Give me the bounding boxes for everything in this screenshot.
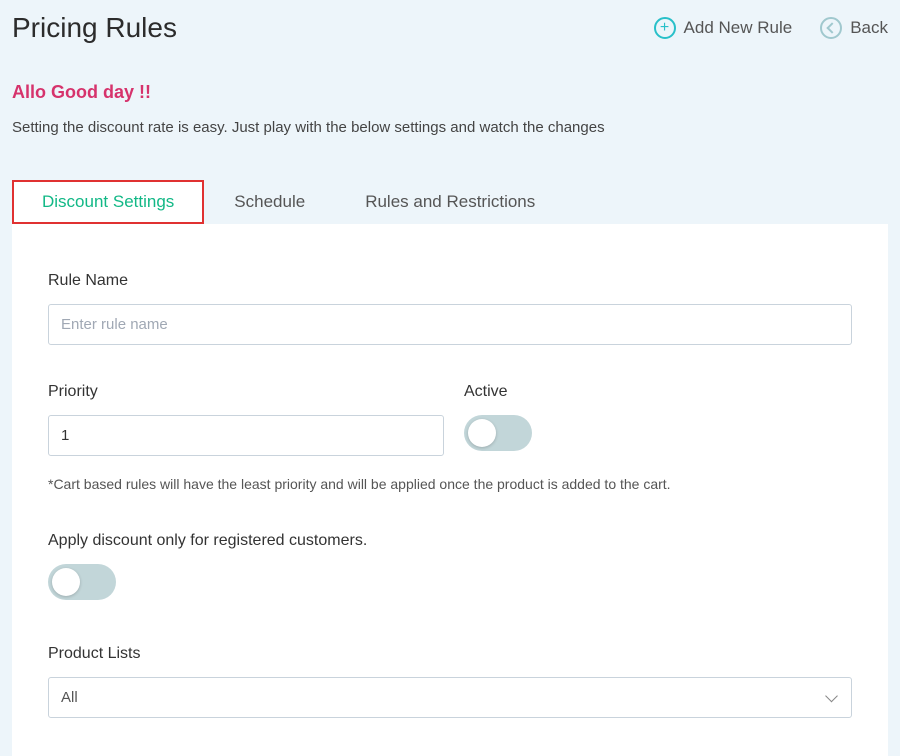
header-actions: Add New Rule Back xyxy=(654,17,888,39)
active-label: Active xyxy=(464,383,852,401)
description-text: Setting the discount rate is easy. Just … xyxy=(12,119,888,136)
active-toggle[interactable] xyxy=(464,415,532,451)
priority-note: *Cart based rules will have the least pr… xyxy=(48,476,852,492)
priority-label: Priority xyxy=(48,383,444,401)
chevron-left-icon xyxy=(820,17,842,39)
rule-name-field: Rule Name xyxy=(48,272,852,345)
plus-icon xyxy=(654,17,676,39)
active-field: Active xyxy=(464,383,852,456)
priority-field: Priority xyxy=(48,383,444,456)
add-new-rule-button[interactable]: Add New Rule xyxy=(654,17,793,39)
rule-name-label: Rule Name xyxy=(48,272,852,290)
toggle-knob xyxy=(52,568,80,596)
page-title: Pricing Rules xyxy=(12,12,177,44)
tabs: Discount Settings Schedule Rules and Res… xyxy=(0,180,900,224)
back-label: Back xyxy=(850,18,888,38)
greeting-text: Allo Good day !! xyxy=(12,82,888,103)
registered-only-toggle[interactable] xyxy=(48,564,116,600)
back-button[interactable]: Back xyxy=(820,17,888,39)
tab-discount-settings[interactable]: Discount Settings xyxy=(12,180,204,224)
tab-rules-restrictions[interactable]: Rules and Restrictions xyxy=(335,180,565,224)
registered-only-field: Apply discount only for registered custo… xyxy=(48,532,852,605)
settings-panel: Rule Name Priority Active *Cart based ru… xyxy=(12,224,888,756)
product-lists-label: Product Lists xyxy=(48,645,852,663)
priority-input[interactable] xyxy=(48,415,444,456)
tab-schedule[interactable]: Schedule xyxy=(204,180,335,224)
add-new-rule-label: Add New Rule xyxy=(684,18,793,38)
registered-only-label: Apply discount only for registered custo… xyxy=(48,532,852,550)
product-lists-field: Product Lists All xyxy=(48,645,852,718)
rule-name-input[interactable] xyxy=(48,304,852,345)
toggle-knob xyxy=(468,419,496,447)
product-lists-select[interactable]: All xyxy=(48,677,852,718)
